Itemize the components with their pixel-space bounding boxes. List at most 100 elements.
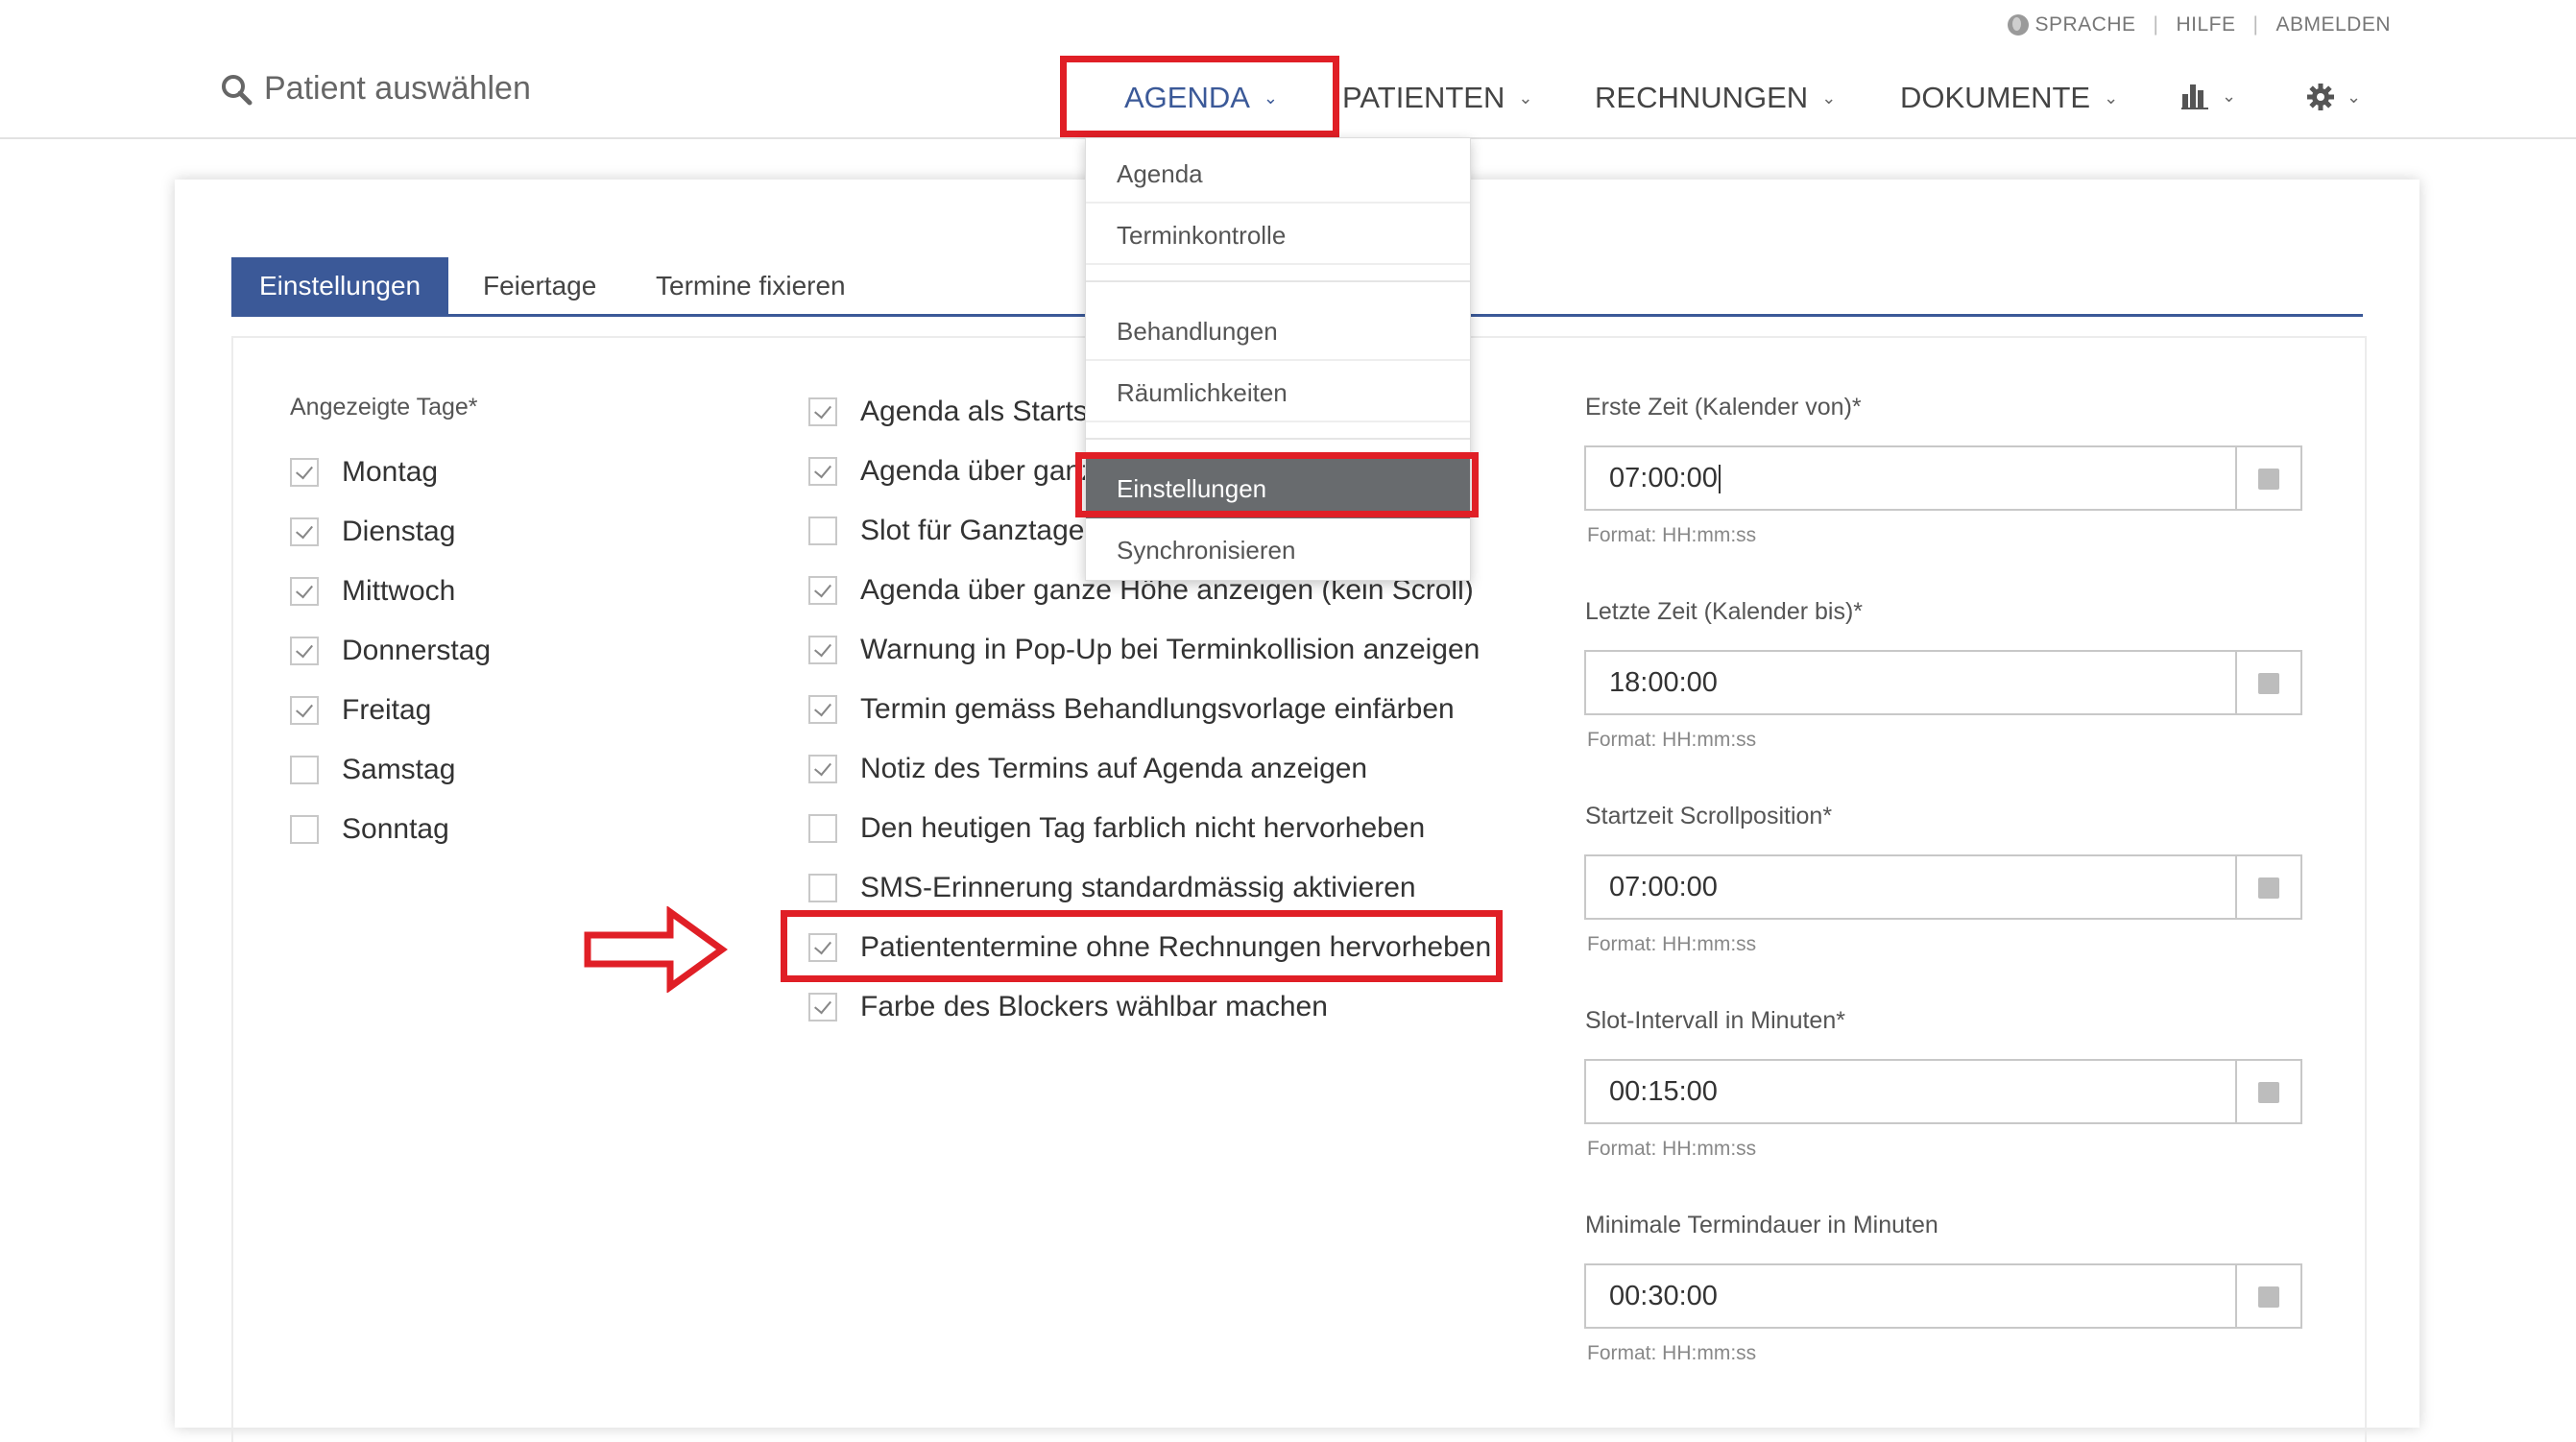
- menu-item-raeumlichkeiten[interactable]: Räumlichkeiten: [1086, 363, 1470, 422]
- day-label: Donnerstag: [342, 635, 492, 666]
- calendar-icon[interactable]: [2235, 652, 2300, 713]
- checkbox[interactable]: [290, 577, 319, 606]
- checkbox[interactable]: [290, 815, 319, 844]
- divider: |: [2153, 13, 2159, 36]
- time-input[interactable]: 07:00:00: [1584, 854, 2302, 920]
- help-link[interactable]: HILFE: [2176, 13, 2235, 36]
- highlight-option: [781, 910, 1503, 982]
- time-input[interactable]: 18:00:00: [1584, 650, 2302, 715]
- checkbox[interactable]: [808, 814, 837, 843]
- patient-search[interactable]: Patient auswählen: [220, 70, 531, 108]
- option-label: Notiz des Termins auf Agenda anzeigen: [860, 753, 1368, 784]
- nav-rechnungen-label: RECHNUNGEN: [1595, 81, 1809, 114]
- highlight-einstellungen: [1075, 452, 1479, 517]
- field-format-hint: Format: HH:mm:ss: [1587, 729, 1757, 751]
- option-checkbox-row[interactable]: Termin gemäss Behandlungsvorlage einfärb…: [808, 693, 1455, 726]
- day-checkbox-row[interactable]: Sonntag: [290, 813, 449, 846]
- tab-feiertage[interactable]: Feiertage: [483, 257, 596, 314]
- menu-item-synchronisieren[interactable]: Synchronisieren: [1086, 520, 1470, 580]
- checkbox[interactable]: [808, 576, 837, 605]
- option-checkbox-row[interactable]: Notiz des Termins auf Agenda anzeigen: [808, 753, 1367, 785]
- time-input-value: 18:00:00: [1609, 667, 1718, 698]
- search-icon: [222, 74, 253, 105]
- nav-patienten-label: PATIENTEN: [1342, 81, 1505, 114]
- day-checkbox-row[interactable]: Donnerstag: [290, 635, 491, 667]
- option-label: Termin gemäss Behandlungsvorlage einfärb…: [860, 693, 1455, 725]
- field-label: Erste Zeit (Kalender von)*: [1585, 394, 1862, 421]
- days-label: Angezeigte Tage*: [290, 394, 478, 421]
- bar-chart-icon: [2181, 84, 2208, 109]
- day-checkbox-row[interactable]: Dienstag: [290, 516, 455, 548]
- checkbox[interactable]: [290, 517, 319, 546]
- checkbox[interactable]: [290, 458, 319, 487]
- day-label: Sonntag: [342, 813, 449, 845]
- day-label: Montag: [342, 456, 439, 488]
- field-label: Minimale Termindauer in Minuten: [1585, 1212, 1938, 1238]
- checkbox[interactable]: [808, 397, 837, 426]
- chevron-down-icon: ⌄: [1518, 87, 1533, 108]
- checkbox[interactable]: [808, 517, 837, 545]
- checkbox[interactable]: [290, 756, 319, 784]
- tab-einstellungen[interactable]: Einstellungen: [231, 257, 449, 314]
- calendar-icon[interactable]: [2235, 1265, 2300, 1327]
- utility-bar: SPRACHE | HILFE | ABMELDEN: [2008, 13, 2391, 36]
- time-input[interactable]: 00:15:00: [1584, 1059, 2302, 1124]
- day-checkbox-row[interactable]: Samstag: [290, 754, 455, 786]
- search-placeholder: Patient auswählen: [264, 70, 531, 107]
- menu-divider: [1086, 280, 1470, 282]
- field-label: Slot-Intervall in Minuten*: [1585, 1007, 1845, 1034]
- checkbox[interactable]: [808, 874, 837, 902]
- option-label: Warnung in Pop-Up bei Terminkollision an…: [860, 634, 1481, 665]
- option-checkbox-row[interactable]: SMS-Erinnerung standardmässig aktivieren: [808, 872, 1416, 904]
- option-checkbox-row[interactable]: Warnung in Pop-Up bei Terminkollision an…: [808, 634, 1480, 666]
- day-checkbox-row[interactable]: Montag: [290, 456, 438, 489]
- chevron-down-icon: ⌄: [2104, 87, 2119, 108]
- field-format-hint: Format: HH:mm:ss: [1587, 1342, 1757, 1364]
- globe-icon: [2008, 14, 2030, 36]
- nav-dokumente[interactable]: DOKUMENTE ⌄: [1900, 81, 2118, 115]
- menu-item-behandlungen[interactable]: Behandlungen: [1086, 301, 1470, 361]
- day-checkbox-row[interactable]: Freitag: [290, 694, 431, 727]
- option-label: SMS-Erinnerung standardmässig aktivieren: [860, 872, 1416, 903]
- day-checkbox-row[interactable]: Mittwoch: [290, 575, 455, 608]
- time-input-value: 00:15:00: [1609, 1076, 1718, 1107]
- checkbox[interactable]: [808, 457, 837, 486]
- language-link[interactable]: SPRACHE: [2034, 13, 2135, 36]
- day-label: Freitag: [342, 694, 432, 726]
- gear-icon: [2307, 84, 2334, 110]
- option-label: Farbe des Blockers wählbar machen: [860, 991, 1328, 1022]
- logout-link[interactable]: ABMELDEN: [2275, 13, 2391, 36]
- checkbox[interactable]: [808, 755, 837, 783]
- nav-patienten[interactable]: PATIENTEN ⌄: [1342, 81, 1532, 115]
- menu-item-terminkontrolle[interactable]: Terminkontrolle: [1086, 205, 1470, 265]
- nav-statistics[interactable]: ⌄: [2181, 83, 2236, 109]
- nav-dokumente-label: DOKUMENTE: [1900, 81, 2091, 114]
- nav-settings[interactable]: ⌄: [2306, 83, 2361, 111]
- menu-item-agenda[interactable]: Agenda: [1086, 144, 1470, 204]
- checkbox[interactable]: [290, 696, 319, 725]
- day-label: Mittwoch: [342, 575, 456, 607]
- field-format-hint: Format: HH:mm:ss: [1587, 1138, 1757, 1160]
- day-label: Samstag: [342, 754, 456, 785]
- tab-termine-fixieren[interactable]: Termine fixieren: [656, 257, 846, 314]
- checkbox[interactable]: [808, 993, 837, 1021]
- checkbox[interactable]: [290, 637, 319, 665]
- option-checkbox-row[interactable]: Farbe des Blockers wählbar machen: [808, 991, 1328, 1023]
- field-format-hint: Format: HH:mm:ss: [1587, 933, 1757, 955]
- divider: |: [2252, 13, 2259, 36]
- time-input-value: 07:00:00: [1609, 447, 1721, 509]
- chevron-down-icon: ⌄: [1821, 87, 1837, 108]
- time-input[interactable]: 00:30:00: [1584, 1263, 2302, 1329]
- field-label: Letzte Zeit (Kalender bis)*: [1585, 598, 1864, 625]
- checkbox[interactable]: [808, 636, 837, 664]
- menu-divider: [1086, 438, 1470, 440]
- calendar-icon[interactable]: [2235, 447, 2300, 509]
- highlight-agenda: [1060, 56, 1339, 137]
- nav-rechnungen[interactable]: RECHNUNGEN ⌄: [1595, 81, 1836, 115]
- calendar-icon[interactable]: [2235, 1061, 2300, 1122]
- calendar-icon[interactable]: [2235, 856, 2300, 918]
- time-input[interactable]: 07:00:00: [1584, 445, 2302, 511]
- checkbox[interactable]: [808, 695, 837, 724]
- chevron-down-icon: ⌄: [2347, 86, 2362, 107]
- option-checkbox-row[interactable]: Den heutigen Tag farblich nicht hervorhe…: [808, 812, 1425, 845]
